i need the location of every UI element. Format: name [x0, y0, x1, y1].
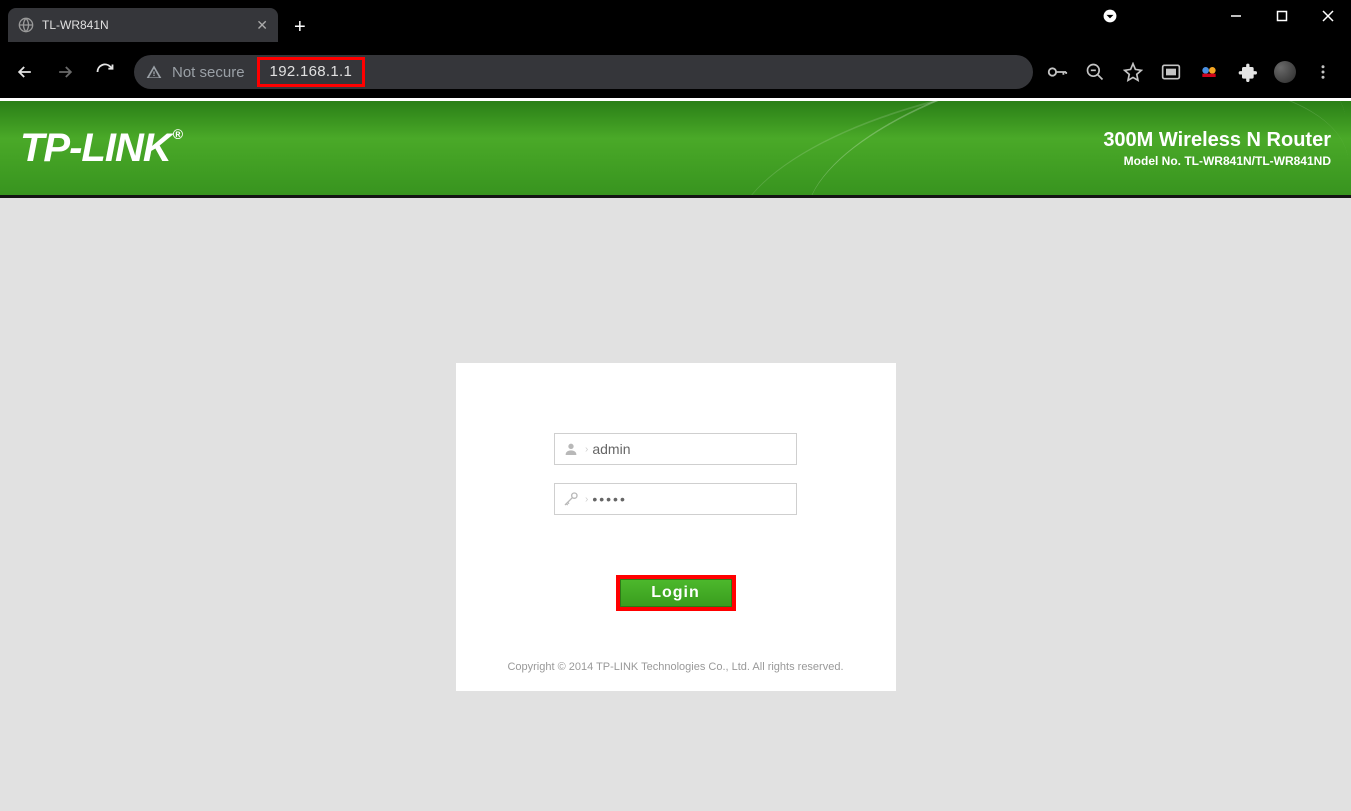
notification-icon[interactable] — [1087, 0, 1133, 32]
url-highlight-box: 192.168.1.1 — [257, 57, 366, 87]
reader-icon[interactable] — [1159, 60, 1183, 84]
router-info: 300M Wireless N Router Model No. TL-WR84… — [1103, 129, 1351, 168]
extension-icon-1[interactable] — [1197, 60, 1221, 84]
window-controls — [1087, 0, 1351, 32]
window-close-button[interactable] — [1305, 0, 1351, 32]
login-button-highlight: Login — [616, 575, 736, 611]
brand-logo: TP-LINK ® — [20, 126, 182, 171]
chevron-right-icon: › — [585, 494, 588, 505]
menu-icon[interactable] — [1311, 60, 1335, 84]
user-icon — [555, 441, 587, 457]
tab-title: TL-WR841N — [42, 18, 248, 32]
router-header: TP-LINK ® 300M Wireless N Router Model N… — [0, 98, 1351, 198]
browser-tab[interactable]: TL-WR841N ✕ — [8, 8, 278, 42]
globe-icon — [18, 17, 34, 33]
username-input[interactable] — [592, 441, 796, 457]
star-icon[interactable] — [1121, 60, 1145, 84]
zoom-out-icon[interactable] — [1083, 60, 1107, 84]
password-input[interactable] — [592, 491, 796, 507]
avatar[interactable] — [1273, 60, 1297, 84]
product-name: 300M Wireless N Router — [1103, 129, 1331, 152]
window-titlebar: TL-WR841N ✕ + — [0, 0, 1351, 46]
username-field-wrap: › — [554, 433, 797, 465]
new-tab-button[interactable]: + — [290, 12, 310, 43]
key-icon — [555, 491, 587, 507]
extensions-icon[interactable] — [1235, 60, 1259, 84]
model-number: Model No. TL-WR841N/TL-WR841ND — [1103, 154, 1331, 168]
browser-toolbar: Not secure 192.168.1.1 — [0, 46, 1351, 98]
login-button[interactable]: Login — [620, 579, 732, 607]
registered-mark: ® — [173, 126, 182, 142]
url-text: 192.168.1.1 — [266, 63, 357, 80]
key-icon[interactable] — [1045, 60, 1069, 84]
not-secure-label: Not secure — [172, 64, 245, 81]
password-field-wrap: › — [554, 483, 797, 515]
forward-button[interactable] — [48, 55, 82, 89]
minimize-button[interactable] — [1213, 0, 1259, 32]
page-content: TP-LINK ® 300M Wireless N Router Model N… — [0, 98, 1351, 811]
reload-button[interactable] — [88, 55, 122, 89]
login-card: › › Login Copyright © 2014 TP-LINK Techn… — [456, 363, 896, 691]
chevron-right-icon: › — [585, 444, 588, 455]
warning-icon — [146, 64, 162, 80]
address-bar[interactable]: Not secure 192.168.1.1 — [134, 55, 1033, 89]
maximize-button[interactable] — [1259, 0, 1305, 32]
copyright-text: Copyright © 2014 TP-LINK Technologies Co… — [456, 661, 896, 673]
brand-text: TP-LINK — [20, 126, 171, 171]
tab-close-icon[interactable]: ✕ — [256, 17, 268, 34]
back-button[interactable] — [8, 55, 42, 89]
